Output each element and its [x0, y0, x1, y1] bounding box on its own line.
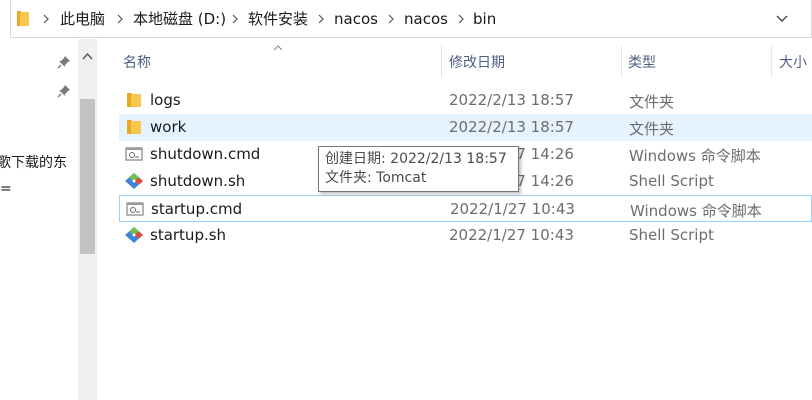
cmd-file-icon: [126, 202, 144, 216]
chevron-right-icon[interactable]: [316, 10, 326, 28]
column-divider[interactable]: [441, 46, 442, 78]
breadcrumb-software[interactable]: 软件安装: [248, 9, 308, 29]
chevron-down-icon[interactable]: [775, 13, 789, 25]
file-date: 2022/2/13 18:57: [449, 91, 574, 109]
address-bar[interactable]: 此电脑 本地磁盘 (D:) 软件安装 nacos nacos bin: [10, 0, 812, 38]
chevron-right-icon[interactable]: [41, 10, 51, 28]
scroll-up-icon[interactable]: [78, 49, 97, 65]
cmd-file-icon: [125, 147, 143, 161]
file-row-startup-cmd[interactable]: startup.cmd 2022/1/27 10:43 Windows 命令脚本: [119, 195, 812, 222]
file-row-work[interactable]: work 2022/2/13 18:57 文件夹: [119, 114, 812, 141]
file-row-startup-sh[interactable]: startup.sh 2022/1/27 10:43 Shell Script: [119, 222, 812, 249]
nav-scrollbar[interactable]: [78, 39, 97, 400]
file-date: 2022/1/27 10:43: [449, 226, 574, 244]
sort-ascending-icon: [273, 45, 283, 51]
breadcrumb-nacos-2[interactable]: nacos: [404, 9, 448, 29]
file-date: 2022/2/13 18:57: [449, 118, 574, 136]
column-header-type[interactable]: 类型: [628, 52, 656, 72]
chevron-right-icon[interactable]: [230, 10, 240, 28]
file-name: shutdown.sh: [150, 172, 246, 190]
column-header-name[interactable]: 名称: [123, 52, 151, 72]
file-type: Windows 命令脚本: [630, 202, 762, 220]
file-row-logs[interactable]: logs 2022/2/13 18:57 文件夹: [119, 87, 812, 114]
breadcrumb-nacos-1[interactable]: nacos: [334, 9, 378, 29]
git-bash-icon: [125, 173, 143, 189]
column-header-size[interactable]: 大小: [779, 52, 807, 72]
folder-icon: [127, 93, 141, 107]
file-name: shutdown.cmd: [150, 145, 261, 163]
folder-icon: [17, 11, 29, 26]
file-name: logs: [150, 91, 181, 109]
navigation-pane: 歌下载的东 =: [0, 39, 98, 400]
git-bash-icon: [125, 227, 143, 243]
column-header-date-modified[interactable]: 修改日期: [449, 52, 505, 72]
file-type: Shell Script: [629, 226, 714, 244]
chevron-right-icon[interactable]: [115, 10, 125, 28]
file-type: Shell Script: [629, 172, 714, 190]
file-type: Windows 命令脚本: [629, 147, 761, 165]
file-name: work: [150, 118, 187, 136]
tooltip-folder-contents: 文件夹: Tomcat: [325, 170, 427, 186]
tooltip-created-date: 创建日期: 2022/2/13 18:57: [325, 151, 507, 167]
file-type: 文件夹: [629, 120, 675, 138]
breadcrumb-drive-d[interactable]: 本地磁盘 (D:): [133, 9, 226, 29]
folder-icon: [127, 120, 141, 134]
file-name: startup.sh: [150, 226, 227, 244]
file-name: startup.cmd: [151, 200, 243, 218]
breadcrumb-this-pc[interactable]: 此电脑: [60, 9, 105, 29]
column-divider[interactable]: [621, 46, 622, 78]
nav-item-partial[interactable]: =: [0, 181, 12, 197]
nav-item-downloads[interactable]: 歌下载的东: [0, 152, 67, 172]
scrollbar-thumb[interactable]: [80, 99, 95, 254]
file-date: 2022/1/27 10:43: [450, 200, 575, 218]
file-type: 文件夹: [629, 93, 675, 111]
breadcrumb-bin[interactable]: bin: [473, 9, 496, 29]
chevron-right-icon[interactable]: [456, 10, 466, 28]
column-divider[interactable]: [771, 46, 772, 78]
folder-info-tooltip: 创建日期: 2022/2/13 18:57 文件夹: Tomcat: [318, 146, 519, 192]
pin-icon[interactable]: [56, 83, 72, 99]
chevron-right-icon[interactable]: [386, 10, 396, 28]
pin-icon[interactable]: [56, 54, 72, 70]
